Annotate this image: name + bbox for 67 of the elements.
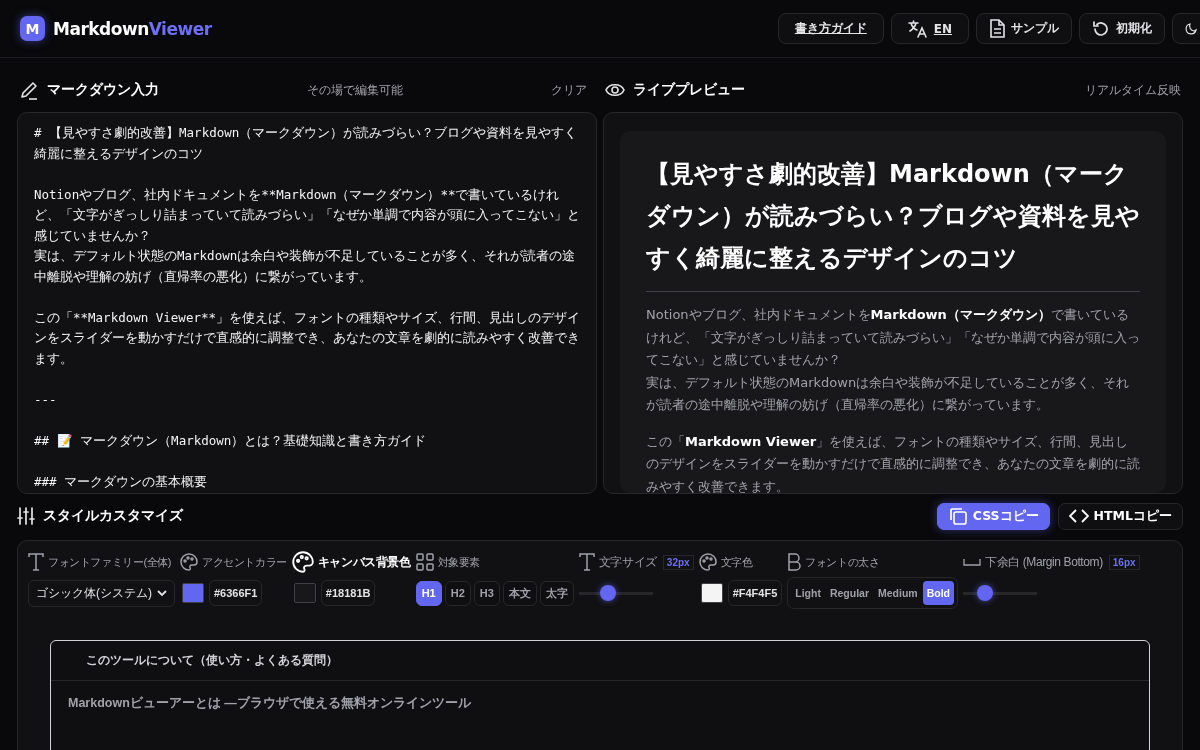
preview-heading: 【見やすさ劇的改善】Markdown（マークダウン）が読みづらい？ブログや資料を見やすく綺麗に整えるデザインのコツ: [646, 153, 1140, 292]
guide-link[interactable]: 書き方ガイド: [777, 13, 884, 44]
color-swatch[interactable]: [293, 583, 316, 603]
control-label: 対象要素: [437, 554, 481, 570]
eye-icon: [605, 83, 625, 97]
value-badge: 16px: [1108, 554, 1140, 570]
preview-hint: リアルタイム反映: [1085, 82, 1181, 98]
language-button[interactable]: EN: [890, 13, 969, 44]
control-label: 文字色: [720, 554, 753, 570]
slider-thumb[interactable]: [600, 585, 617, 601]
editor-hint: その場で編集可能: [307, 82, 403, 98]
type-icon: [578, 553, 595, 571]
control-label: アクセントカラー: [202, 554, 287, 570]
element-tab[interactable]: H3: [473, 580, 500, 606]
color-swatch[interactable]: [182, 583, 204, 603]
element-tab[interactable]: 本文: [502, 580, 537, 606]
moon-icon: [1185, 22, 1197, 35]
copy-icon: [947, 506, 968, 526]
logo-icon: M: [20, 16, 45, 41]
sliders-icon: [17, 507, 35, 525]
font-family-select[interactable]: ゴシック体(システム): [28, 579, 175, 607]
document-icon: [989, 19, 1005, 38]
color-hex-field[interactable]: #F4F4F5: [727, 580, 783, 606]
pencil-icon: [19, 80, 39, 100]
css-copy-button[interactable]: CSSコピー: [936, 502, 1050, 530]
element-tab[interactable]: H1: [415, 580, 442, 606]
html-copy-button[interactable]: HTMLコピー: [1057, 502, 1183, 530]
reset-button[interactable]: 初期化: [1079, 13, 1165, 44]
palette-icon: [698, 553, 717, 571]
translate-icon: [907, 19, 928, 38]
color-hex-field[interactable]: #18181B: [320, 580, 376, 606]
control-label: フォントファミリー(全体): [48, 554, 172, 570]
control-label: 下余白 (Margin Bottom): [985, 553, 1103, 571]
about-heading: Markdownビューアーとは ―ブラウザで使える無料オンラインツール: [68, 696, 471, 710]
color-hex-field[interactable]: #6366F1: [209, 580, 263, 606]
value-badge: 32px: [662, 554, 694, 570]
palette-icon: [291, 551, 314, 573]
control-label: キャンバス背景色: [317, 554, 411, 570]
weight-option[interactable]: Medium: [874, 581, 922, 605]
element-tab[interactable]: H2: [444, 580, 471, 606]
color-swatch[interactable]: [700, 583, 723, 603]
sample-button[interactable]: サンプル: [976, 13, 1072, 44]
code-icon: [1068, 508, 1089, 524]
preview-paragraph: 実は、デフォルト状態のMarkdownは余白や装飾が不足していることが多く、それが読者の途中離脱や理解の妨げ（直帰率の悪化）に繋がっています。: [646, 373, 1131, 414]
weight-option[interactable]: Light: [791, 581, 825, 605]
palette-icon: [180, 553, 198, 571]
margin-icon: [963, 557, 981, 567]
control-label: 文字サイズ: [598, 553, 657, 571]
about-toggle[interactable]: このツールについて（使い方・よくある質問）: [51, 641, 1149, 681]
control-label: フォントの太さ: [805, 554, 880, 570]
app-name: MarkdownViewer: [53, 18, 212, 39]
style-title: スタイルカスタマイズ: [43, 507, 183, 525]
element-tab[interactable]: 太字: [539, 580, 574, 606]
preview-paragraph: この「Markdown Viewer」を使えば、フォントの種類やサイズ、行間、見出しのデザインをスライダーを動かすだけで直感的に調整でき、あなたの文章を劇的に読みやすく改善できます。: [646, 432, 1140, 493]
bold-icon: [787, 553, 802, 571]
type-icon: [28, 553, 44, 571]
clear-button[interactable]: クリア: [551, 82, 595, 98]
slider-thumb[interactable]: [977, 585, 994, 601]
weight-option[interactable]: Regular: [825, 581, 873, 605]
weight-option[interactable]: Bold: [922, 581, 954, 605]
editor-title: マークダウン入力: [47, 81, 159, 99]
markdown-editor[interactable]: # 【見やすさ劇的改善】Markdown（マークダウン）が読みづらい？ブログや資料を見やすく綺麗に整えるデザインのコツ Notionやブログ、社内ドキュメントを**Markdown（マークダウン）**で書いているけれど、「文字がぎっしり詰まっていて読みづらい」「なぜか単調で内容が頭に入ってこない」と感じていませんか？ 実は、デフォルト状態のMarkdownは余白や装飾が不足していることが多く、それが読者の途中離脱や理解の妨げ（直帰率の悪化）に繋がっています。 この「**Markdown Viewer**」を使えば、フォントの種類やサイズ、行間、見出しのデザインをスライダーを動かすだけで直感的に調整でき、あなたの文章を劇的に読みやすく改善できます。 --- ## 📝 マークダウン（Markdown）とは？基礎知識と書き方ガイド ### マークダウンの基本概要: [17, 112, 597, 494]
grid-icon: [415, 553, 434, 571]
reset-icon: [1092, 19, 1110, 38]
preview-paragraph: Notionやブログ、社内ドキュメントをMarkdown（マークダウン）で書いているけれど、「文字がぎっしり詰まっていて読みづらい」「なぜか単調で内容が頭に入ってこない」と感じていませんか？: [646, 306, 1140, 369]
preview-title: ライブプレビュー: [633, 81, 745, 99]
chevron-down-icon: [157, 589, 167, 597]
